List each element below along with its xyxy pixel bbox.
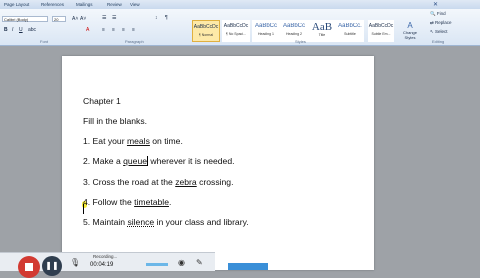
text: Chapter 1 (83, 96, 121, 106)
document-page[interactable]: Chapter 1 Fill in the blanks. 1. Eat you… (62, 56, 374, 270)
replace-button[interactable]: ⇄ Replace (430, 20, 452, 26)
doc-line-2: Fill in the blanks. (83, 116, 147, 126)
style-name: Title (318, 33, 326, 37)
taskbar-button[interactable] (228, 263, 268, 270)
text: Fill in the blanks. (83, 116, 148, 126)
text: crossing. (196, 177, 234, 187)
doc-line-3: 1. Eat your meals on time. (83, 136, 183, 146)
tab-references[interactable]: References (41, 2, 64, 7)
text: 5. Maintain (83, 217, 128, 227)
font-size-field[interactable]: 20 (52, 16, 66, 22)
paragraph-group-label: Paragraph (125, 39, 144, 44)
editing-group-label: Editing (432, 39, 445, 44)
strikethrough-icon[interactable]: abc (28, 27, 36, 33)
style-sample: AaBbCc (282, 23, 305, 29)
answer-word: queue (123, 156, 149, 166)
answer-word: silence (127, 217, 155, 227)
pilcrow-icon[interactable]: ¶ (165, 15, 168, 21)
styles-gallery: AaBbCcDc ¶ Normal AaBbCcDc ¶ No Spaci...… (192, 20, 370, 42)
text: 4. Follow the (83, 197, 135, 207)
replace-label: Replace (435, 20, 452, 25)
tab-view[interactable]: View (130, 2, 140, 7)
change-styles-button[interactable]: A Change Styles (400, 21, 420, 40)
style-sample: AaBbCcDc (223, 23, 249, 29)
style-title[interactable]: AaB Title (308, 20, 336, 42)
style-name: Heading 1 (258, 32, 274, 36)
text: 2. Make a (83, 156, 124, 166)
text: 3. Cross the road at the (83, 177, 176, 187)
font-group-label: Font (40, 39, 49, 44)
microphone-icon[interactable]: 🎙 (70, 258, 80, 267)
style-name: ¶ Normal (198, 33, 214, 37)
doc-line-1: Chapter 1 (83, 96, 121, 106)
find-button[interactable]: 🔍 Find (430, 11, 446, 17)
ribbon-tabs: Page Layout References Mailings Review V… (0, 0, 480, 9)
bold-button[interactable]: B (4, 27, 8, 33)
answer-word: zebra (175, 177, 197, 187)
pen-icon[interactable]: ✎ (196, 258, 203, 267)
tab-page-layout[interactable]: Page Layout (4, 2, 29, 7)
doc-line-4: 2. Make a queue wherever it is needed. (83, 156, 235, 166)
style-subtle-emphasis[interactable]: AaBbCcDc Subtle Em... (368, 20, 394, 42)
align-left-icon[interactable]: ≡ (102, 27, 105, 33)
text: on time. (149, 136, 183, 146)
text: in your class and library. (154, 217, 249, 227)
select-label: Select (435, 29, 448, 34)
find-label: Find (436, 11, 446, 16)
ribbon: Calibri (Body) 20 A˄ A˅ B I U abc A ☰ ☰ … (0, 9, 480, 46)
shrink-font-icon[interactable]: A˅ (80, 16, 86, 22)
style-subtitle[interactable]: AaBbCc. Subtitle (336, 20, 364, 42)
close-icon[interactable]: ✕ (433, 1, 438, 8)
styles-group-label: Styles (295, 39, 306, 44)
style-sample: AaBbCc. (338, 23, 362, 29)
align-center-icon[interactable]: ≡ (112, 27, 115, 33)
tab-review[interactable]: Review (107, 2, 122, 7)
style-normal[interactable]: AaBbCcDc ¶ Normal (192, 20, 220, 42)
numbering-icon[interactable]: ☰ (112, 15, 116, 21)
text-cursor (83, 204, 84, 214)
style-name: Subtitle (344, 32, 356, 36)
webcam-icon[interactable]: ◉ (178, 258, 185, 267)
font-name-field[interactable]: Calibri (Body) (2, 16, 48, 22)
italic-button[interactable]: I (12, 27, 13, 33)
change-styles-icon: A (407, 21, 413, 30)
sort-icon[interactable]: ↕ (155, 15, 158, 21)
screen-recorder-bar: ❚❚ 🎙 Recording... 00:04:19 ◉ ✎ (0, 252, 215, 278)
audio-level-meter (146, 263, 168, 266)
tab-mailings[interactable]: Mailings (76, 2, 93, 7)
text: . (168, 197, 172, 207)
text: 1. Eat your (83, 136, 127, 146)
style-no-spacing[interactable]: AaBbCcDc ¶ No Spaci... (222, 20, 250, 42)
doc-line-5: 3. Cross the road at the zebra crossing. (83, 177, 233, 187)
style-name: Heading 2 (286, 32, 302, 36)
stop-record-button[interactable] (18, 256, 40, 278)
style-name: Subtle Em... (371, 32, 391, 36)
grow-font-icon[interactable]: A˄ (72, 16, 78, 22)
doc-line-6: 4. Follow the timetable. (83, 197, 171, 207)
pause-button[interactable]: ❚❚ (42, 256, 62, 276)
font-color-icon[interactable]: A (86, 27, 89, 33)
style-sample: AaBbCcDc (368, 23, 394, 29)
select-button[interactable]: ↖ Select (430, 29, 448, 35)
justify-icon[interactable]: ≡ (132, 27, 135, 33)
style-sample: AaB (311, 21, 333, 33)
style-sample: AaBbCc (254, 23, 277, 29)
change-styles-label: Change Styles (402, 30, 417, 40)
style-heading-1[interactable]: AaBbCc Heading 1 (252, 20, 280, 42)
underline-button[interactable]: U (19, 27, 23, 33)
align-right-icon[interactable]: ≡ (122, 27, 125, 33)
bullets-icon[interactable]: ☰ (102, 15, 106, 21)
recording-time: 00:04:19 (90, 262, 114, 268)
text: wherever it is needed. (148, 156, 235, 166)
answer-word: meals (126, 136, 150, 146)
answer-word: timetable (134, 197, 169, 207)
recording-status: Recording... (93, 254, 118, 259)
style-name: ¶ No Spaci... (226, 32, 246, 36)
doc-line-7: 5. Maintain silence in your class and li… (83, 217, 249, 227)
style-sample: AaBbCcDc (193, 24, 219, 30)
